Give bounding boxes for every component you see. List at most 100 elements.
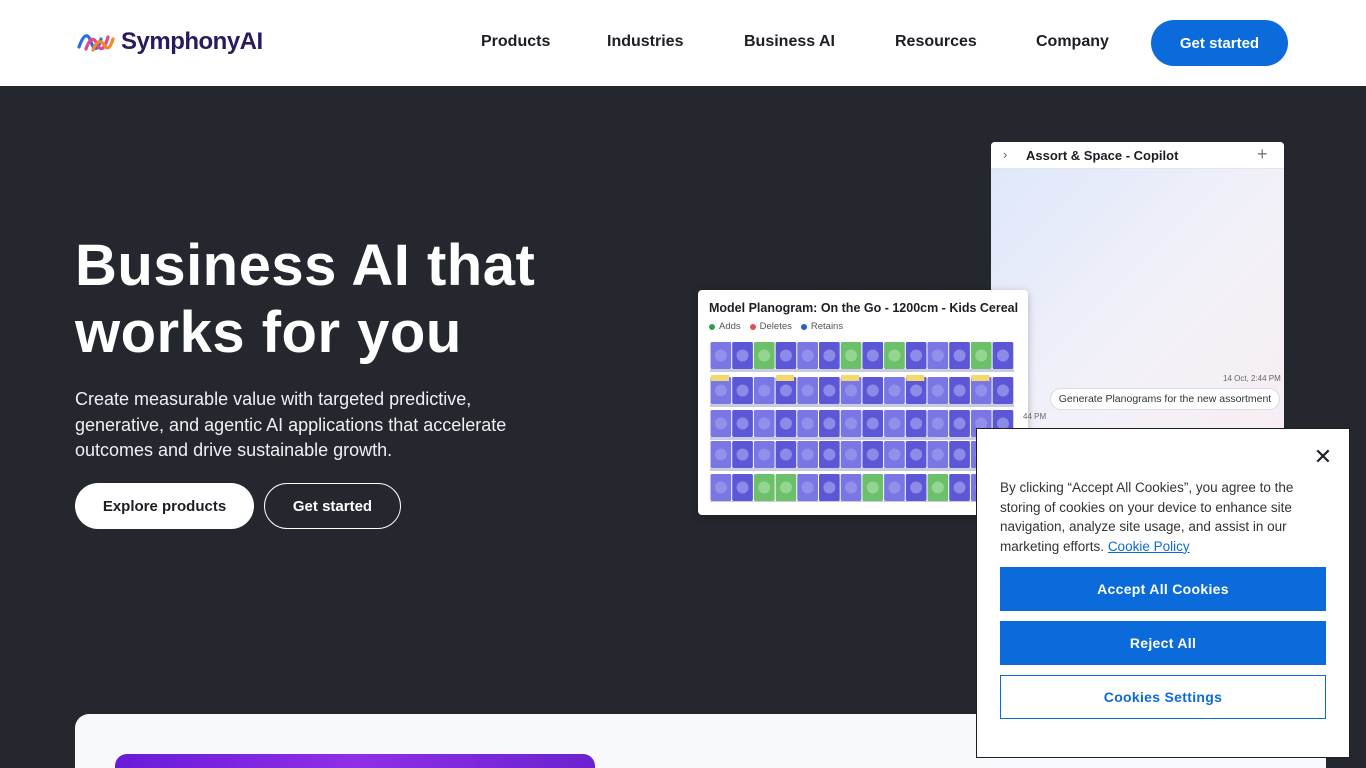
product-label <box>823 384 836 397</box>
brand-name: SymphonyAI <box>121 28 263 55</box>
price-tag <box>906 375 925 381</box>
product-label <box>953 448 966 461</box>
legend-retains: Retains <box>800 321 843 332</box>
feature-banner <box>115 754 595 768</box>
product-label <box>758 481 771 494</box>
product-label <box>736 384 749 397</box>
product-label <box>801 481 814 494</box>
product-label <box>888 384 901 397</box>
product-label <box>975 384 988 397</box>
cookie-text: By clicking “Accept All Cookies”, you ag… <box>1000 480 1294 554</box>
product-label <box>779 349 792 362</box>
product-label <box>953 349 966 362</box>
product-label <box>845 448 858 461</box>
product-label <box>714 448 727 461</box>
shelf-line <box>710 369 1014 372</box>
product-label <box>910 349 923 362</box>
product-label <box>801 448 814 461</box>
planogram-shelf-image <box>710 342 1014 502</box>
product-label <box>866 417 879 430</box>
product-label <box>931 384 944 397</box>
plus-icon: + <box>1257 144 1268 164</box>
copilot-titlebar: › Assort & Space - Copilot + <box>991 142 1284 169</box>
explore-products-button[interactable]: Explore products <box>75 483 254 529</box>
chevron-right-icon: › <box>1003 147 1008 162</box>
product-label <box>910 384 923 397</box>
reject-all-button[interactable]: Reject All <box>1000 621 1326 665</box>
product-label <box>975 349 988 362</box>
product-label <box>931 448 944 461</box>
nav-industries[interactable]: Industries <box>607 33 683 51</box>
shelf-line <box>710 437 1014 440</box>
legend-deletes-dot-icon <box>749 323 756 330</box>
product-label <box>714 384 727 397</box>
header-get-started-button[interactable]: Get started <box>1151 20 1288 66</box>
planogram-legend: Adds Deletes Retains <box>709 321 843 332</box>
product-label <box>823 417 836 430</box>
product-label <box>996 349 1009 362</box>
product-label <box>779 448 792 461</box>
product-label <box>953 417 966 430</box>
product-label <box>888 417 901 430</box>
product-label <box>801 384 814 397</box>
product-label <box>931 417 944 430</box>
product-label <box>801 417 814 430</box>
accept-all-cookies-button[interactable]: Accept All Cookies <box>1000 567 1326 611</box>
product-label <box>714 481 727 494</box>
product-label <box>823 448 836 461</box>
copilot-timestamp: 14 Oct, 2:44 PM <box>1223 374 1281 383</box>
product-label <box>845 384 858 397</box>
product-label <box>736 417 749 430</box>
product-label <box>953 481 966 494</box>
product-label <box>931 481 944 494</box>
product-label <box>845 349 858 362</box>
price-tag <box>776 375 795 381</box>
product-label <box>996 384 1009 397</box>
product-label <box>953 384 966 397</box>
hero-title-line2: works for you <box>75 300 462 365</box>
product-label <box>779 417 792 430</box>
planogram-title: Model Planogram: On the Go - 1200cm - Ki… <box>709 301 1019 315</box>
shelf-line <box>710 404 1014 407</box>
hero-title: Business AI that works for you <box>75 232 635 366</box>
symphonyai-logo-icon <box>77 34 115 52</box>
hero-title-line1: Business AI that <box>75 233 536 298</box>
product-label <box>758 384 771 397</box>
copilot-timestamp-partial: 44 PM <box>1023 412 1047 421</box>
product-label <box>910 448 923 461</box>
product-label <box>888 349 901 362</box>
product-label <box>779 481 792 494</box>
product-label <box>866 349 879 362</box>
product-label <box>845 481 858 494</box>
nav-products[interactable]: Products <box>481 33 550 51</box>
product-label <box>866 448 879 461</box>
nav-company[interactable]: Company <box>1036 33 1109 51</box>
nav-resources[interactable]: Resources <box>895 33 977 51</box>
copilot-message: Generate Planograms for the new assortme… <box>1050 388 1280 410</box>
hero-get-started-button[interactable]: Get started <box>264 483 401 529</box>
cookie-consent-dialog: ✕ By clicking “Accept All Cookies”, you … <box>976 428 1350 758</box>
product-label <box>736 448 749 461</box>
legend-adds-dot-icon <box>709 323 715 330</box>
hero-subtitle: Create measurable value with targeted pr… <box>75 389 507 460</box>
product-label <box>801 349 814 362</box>
product-label <box>866 481 879 494</box>
product-label <box>736 349 749 362</box>
cookie-policy-link[interactable]: Cookie Policy <box>1108 539 1190 554</box>
price-tag <box>711 375 729 381</box>
brand-logo[interactable]: SymphonyAI <box>77 28 263 56</box>
product-label <box>866 384 879 397</box>
product-label <box>931 349 944 362</box>
product-label <box>910 481 923 494</box>
product-label <box>779 384 792 397</box>
product-label <box>888 481 901 494</box>
nav-business-ai[interactable]: Business AI <box>744 33 835 51</box>
cookies-settings-button[interactable]: Cookies Settings <box>1000 675 1326 719</box>
copilot-title: Assort & Space - Copilot <box>1026 148 1179 163</box>
product-label <box>736 481 749 494</box>
product-label <box>845 417 858 430</box>
close-icon[interactable]: ✕ <box>1312 444 1334 469</box>
shelf-line <box>710 501 1014 502</box>
copilot-panel: › Assort & Space - Copilot + 14 Oct, 2:4… <box>991 142 1284 442</box>
product-label <box>758 417 771 430</box>
